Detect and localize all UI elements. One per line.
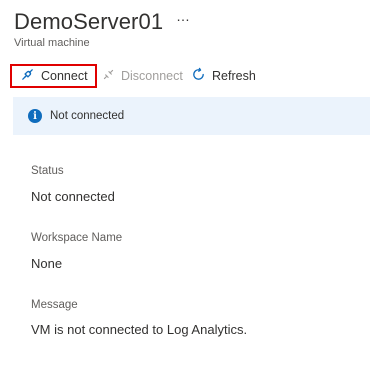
unplug-icon: [102, 68, 121, 84]
refresh-button[interactable]: Refresh: [191, 66, 256, 86]
page-title: DemoServer01: [14, 9, 164, 34]
status-label: Status: [31, 165, 64, 177]
message-label: Message: [31, 299, 78, 311]
connect-button[interactable]: Connect: [20, 66, 88, 86]
message-value: VM is not connected to Log Analytics.: [31, 322, 248, 337]
refresh-icon: [191, 67, 212, 85]
plug-icon: [20, 67, 41, 85]
disconnect-button[interactable]: Disconnect: [102, 66, 183, 86]
connect-label: Connect: [41, 69, 88, 83]
status-banner: i Not connected: [13, 97, 370, 135]
more-options-button[interactable]: …: [176, 8, 190, 24]
status-value: Not connected: [31, 189, 115, 204]
command-bar: Connect Disconnect Refresh: [0, 62, 370, 90]
refresh-label: Refresh: [212, 69, 256, 83]
info-icon: i: [28, 109, 42, 123]
workspace-name-value: None: [31, 256, 63, 271]
banner-text: Not connected: [50, 110, 125, 122]
page-subtitle: Virtual machine: [14, 37, 90, 49]
workspace-name-label: Workspace Name: [31, 232, 123, 244]
disconnect-label: Disconnect: [121, 69, 183, 83]
